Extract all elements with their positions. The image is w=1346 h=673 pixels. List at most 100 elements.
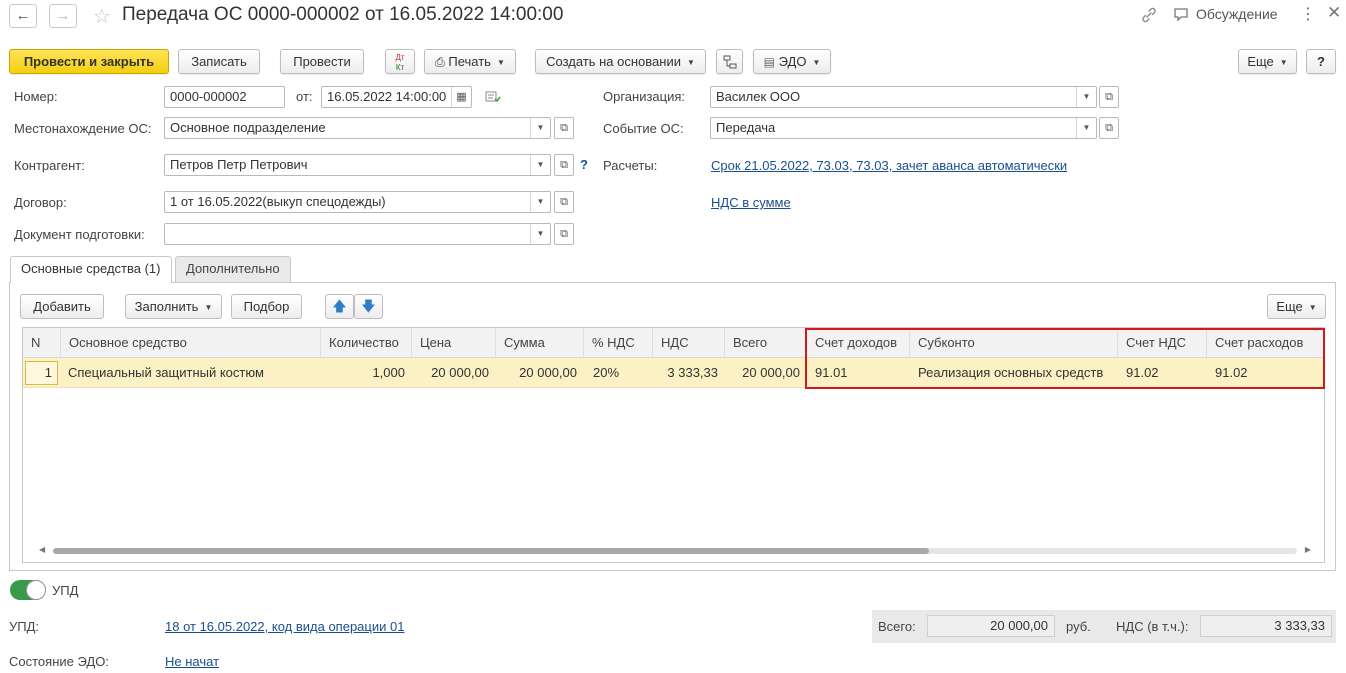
close-icon[interactable]: ✕ — [1327, 3, 1341, 23]
cell-price[interactable]: 20 000,00 — [412, 358, 496, 388]
col-vat[interactable]: НДС — [653, 328, 725, 358]
chevron-down-icon[interactable]: ▼ — [530, 224, 550, 244]
number-field[interactable]: 0000-000002 — [164, 86, 285, 108]
col-sum[interactable]: Сумма — [496, 328, 584, 358]
move-down-button[interactable]: 🡇 — [354, 294, 383, 319]
chevron-down-icon[interactable]: ▼ — [1076, 87, 1096, 107]
counterparty-label: Контрагент: — [14, 158, 85, 173]
col-expense-account[interactable]: Счет расходов — [1207, 328, 1324, 358]
contract-field[interactable]: 1 от 16.05.2022(выкуп спецодежды) ▼ — [164, 191, 551, 213]
open-icon: ⧉ — [560, 196, 568, 208]
scroll-thumb[interactable] — [53, 548, 929, 554]
event-field[interactable]: Передача ▼ — [710, 117, 1097, 139]
arrow-left-icon: ← — [15, 7, 31, 24]
more-button[interactable]: Еще ▼ — [1238, 49, 1297, 74]
post-button[interactable]: Провести — [280, 49, 364, 74]
upd-toggle[interactable] — [10, 580, 46, 600]
scroll-right-icon[interactable]: ▶ — [1305, 545, 1311, 554]
col-quantity[interactable]: Количество — [321, 328, 412, 358]
cell-quantity[interactable]: 1,000 — [321, 358, 412, 388]
prep-doc-label: Документ подготовки: — [14, 227, 145, 242]
cell-n[interactable]: 1 — [25, 361, 58, 385]
add-button[interactable]: Добавить — [20, 294, 104, 319]
chevron-down-icon[interactable]: ▼ — [530, 192, 550, 212]
chevron-down-icon[interactable]: ▼ — [1076, 118, 1096, 138]
cell-subconto[interactable]: Реализация основных средств — [910, 358, 1118, 388]
discussion-button[interactable]: Обсуждение — [1196, 6, 1278, 22]
chevron-down-icon: ▼ — [496, 58, 505, 68]
col-asset[interactable]: Основное средство — [61, 328, 321, 358]
upd-label: УПД: — [9, 619, 40, 634]
location-label: Местонахождение ОС: — [14, 121, 152, 136]
upd-link[interactable]: 18 от 16.05.2022, код вида операции 01 — [165, 619, 404, 634]
col-income-account[interactable]: Счет доходов — [807, 328, 910, 358]
calendar-icon[interactable]: ▦ — [451, 87, 471, 107]
col-vat-account[interactable]: Счет НДС — [1118, 328, 1207, 358]
contract-open-button[interactable]: ⧉ — [554, 191, 574, 213]
tab-additional[interactable]: Дополнительно — [175, 256, 291, 282]
edo-button[interactable]: ▤ ЭДО ▼ — [753, 49, 831, 74]
arrow-up-icon: 🡅 — [332, 298, 347, 314]
col-subconto[interactable]: Субконто — [910, 328, 1118, 358]
cell-asset[interactable]: Специальный защитный костюм — [61, 358, 283, 388]
organization-open-button[interactable]: ⧉ — [1099, 86, 1119, 108]
edo-icon: ▤ — [763, 55, 775, 69]
back-button[interactable]: ← — [9, 4, 37, 28]
hierarchy-icon — [723, 55, 736, 69]
question-icon[interactable]: ? — [580, 157, 588, 172]
vat-mode-link[interactable]: НДС в сумме — [711, 195, 791, 210]
scroll-left-icon[interactable]: ◀ — [39, 545, 45, 554]
prep-doc-open-button[interactable]: ⧉ — [554, 223, 574, 245]
cell-income-account[interactable]: 91.01 — [807, 358, 910, 388]
chat-icon[interactable] — [1173, 7, 1191, 23]
fill-button[interactable]: Заполнить ▼ — [125, 294, 222, 319]
dt-kt-button[interactable]: Дт Кт — [385, 49, 415, 74]
chevron-down-icon: ▼ — [1279, 58, 1288, 68]
counterparty-open-button[interactable]: ⧉ — [554, 154, 574, 176]
location-open-button[interactable]: ⧉ — [554, 117, 574, 139]
move-up-button[interactable]: 🡅 — [325, 294, 354, 319]
table-row[interactable]: 1 Специальный защитный костюм 1,000 20 0… — [23, 358, 1324, 388]
location-field[interactable]: Основное подразделение ▼ — [164, 117, 551, 139]
tab-fixed-assets[interactable]: Основные средства (1) — [10, 256, 172, 283]
chevron-down-icon[interactable]: ▼ — [530, 118, 550, 138]
cell-total[interactable]: 20 000,00 — [725, 358, 807, 388]
chevron-down-icon[interactable]: ▼ — [530, 155, 550, 175]
history-icon[interactable] — [485, 90, 501, 104]
save-button[interactable]: Записать — [178, 49, 260, 74]
cell-sum[interactable]: 20 000,00 — [496, 358, 584, 388]
table-more-button[interactable]: Еще ▼ — [1267, 294, 1326, 319]
cell-expense-account[interactable]: 91.02 — [1207, 358, 1324, 388]
date-field[interactable]: 16.05.2022 14:00:00 ▦ — [321, 86, 472, 108]
prep-doc-field[interactable]: ▼ — [164, 223, 551, 245]
organization-field[interactable]: Василек ООО ▼ — [710, 86, 1097, 108]
star-icon[interactable]: ☆ — [93, 4, 111, 29]
horizontal-scrollbar[interactable]: ◀ ▶ — [39, 545, 1311, 555]
col-n[interactable]: N — [23, 328, 61, 358]
cell-vat-account[interactable]: 91.02 — [1118, 358, 1207, 388]
col-price[interactable]: Цена — [412, 328, 496, 358]
assets-table: N Основное средство Количество Цена Сумм… — [22, 327, 1325, 563]
link-icon[interactable] — [1140, 6, 1158, 24]
structure-button[interactable] — [716, 49, 743, 74]
settlements-link[interactable]: Срок 21.05.2022, 73.03, 73.03, зачет ава… — [711, 158, 1067, 173]
cell-vat-rate[interactable]: 20% — [584, 358, 653, 388]
tab-panel: Добавить Заполнить ▼ Подбор 🡅 🡇 Еще ▼ N Ос… — [9, 282, 1336, 571]
help-button[interactable]: ? — [1306, 49, 1336, 74]
post-and-close-button[interactable]: Провести и закрыть — [9, 49, 169, 74]
chevron-down-icon: ▼ — [204, 303, 213, 313]
col-vat-rate[interactable]: % НДС — [584, 328, 653, 358]
print-button[interactable]: ⎙ Печать ▼ — [424, 49, 516, 74]
total-value: 20 000,00 — [927, 615, 1055, 637]
forward-button[interactable]: → — [49, 4, 77, 28]
pick-button[interactable]: Подбор — [231, 294, 302, 319]
cell-vat[interactable]: 3 333,33 — [653, 358, 725, 388]
event-open-button[interactable]: ⧉ — [1099, 117, 1119, 139]
vat-total-label: НДС (в т.ч.): — [1116, 619, 1189, 634]
kebab-menu-icon[interactable]: ⋮ — [1300, 4, 1316, 24]
create-based-on-button[interactable]: Создать на основании ▼ — [535, 49, 706, 74]
date-label: от: — [296, 89, 313, 104]
counterparty-field[interactable]: Петров Петр Петрович ▼ — [164, 154, 551, 176]
col-total[interactable]: Всего — [725, 328, 807, 358]
edo-state-link[interactable]: Не начат — [165, 654, 219, 669]
